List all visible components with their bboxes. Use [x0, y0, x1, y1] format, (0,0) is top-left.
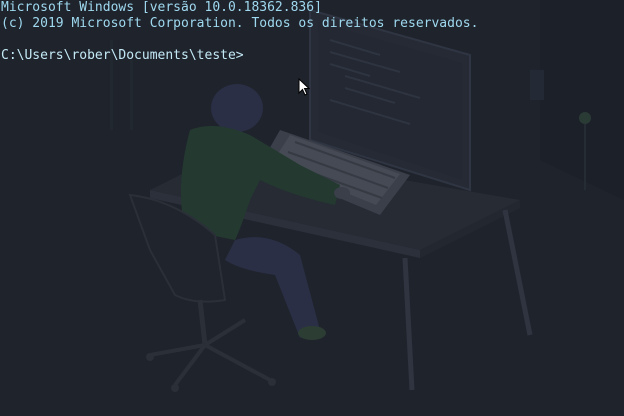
console-line-blank [0, 32, 624, 48]
console-line-copyright: (c) 2019 Microsoft Corporation. Todos os… [1, 16, 479, 31]
console-output[interactable]: Microsoft Windows [versão 10.0.18362.836… [0, 0, 624, 64]
terminal-window[interactable]: Microsoft Windows [versão 10.0.18362.836… [0, 0, 624, 416]
arrow-cursor-icon [298, 78, 310, 96]
console-line-version: Microsoft Windows [versão 10.0.18362.836… [1, 0, 322, 15]
console-prompt[interactable]: C:\Users\rober\Documents\teste> [0, 48, 624, 64]
